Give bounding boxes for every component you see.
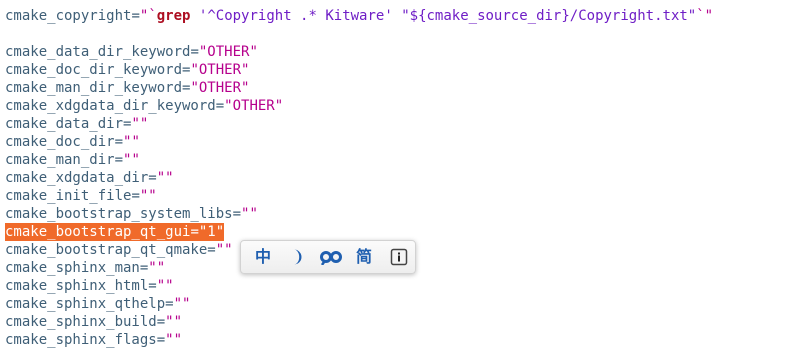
code-token: cmake_sphinx_qthelp (5, 296, 166, 312)
code-token: = (131, 188, 140, 204)
chinese-mode-button[interactable]: 中 (252, 247, 274, 267)
code-line[interactable]: cmake_doc_dir_keyword="OTHER" (5, 61, 249, 79)
code-token: "" (241, 206, 258, 222)
code-token: = (156, 314, 166, 330)
fullwidth-toggle-button[interactable] (285, 247, 307, 267)
code-token: cmake_bootstrap_qt_gui (5, 224, 191, 240)
code-token: = (114, 134, 124, 150)
code-token: = (207, 242, 216, 258)
code-token: cmake_doc_dir_keyword (5, 62, 183, 78)
simplified-chinese-icon: 简 (355, 247, 372, 266)
code-token: cmake_doc_dir (5, 134, 115, 150)
code-token: cmake_man_dir (5, 152, 115, 168)
code-token: "" (165, 314, 183, 330)
code-token: "OTHER" (198, 44, 258, 60)
code-token: = (131, 8, 140, 24)
chinese-mode-icon: 中 (254, 247, 271, 266)
code-token: "OTHER" (190, 80, 250, 96)
code-token: = (156, 332, 166, 348)
code-token: = (190, 224, 199, 240)
code-token: '^Copyright .* Kitware' (198, 8, 393, 24)
code-line[interactable]: cmake_doc_dir="" (5, 133, 140, 151)
code-token: " (704, 8, 714, 24)
punctuation-toggle-button[interactable] (318, 247, 344, 267)
code-token: ` (696, 8, 705, 24)
code-token: "" (131, 116, 149, 132)
code-token: cmake_data_dir_keyword (5, 44, 191, 60)
code-line[interactable]: cmake_bootstrap_system_libs="" (5, 205, 258, 223)
ime-info-button[interactable] (388, 247, 410, 267)
code-token: "" (173, 296, 191, 312)
code-line[interactable]: cmake_sphinx_flags="" (5, 331, 182, 349)
code-token: = (215, 98, 225, 114)
code-token: "" (156, 278, 174, 294)
code-line[interactable]: cmake_data_dir_keyword="OTHER" (5, 43, 258, 61)
code-token: = (148, 278, 157, 294)
code-line[interactable]: cmake_xdgdata_dir="" (5, 169, 174, 187)
code-line[interactable]: cmake_bootstrap_qt_qmake="" (5, 241, 233, 259)
punctuation-icon (320, 251, 342, 266)
code-token: = (190, 44, 199, 60)
code-line[interactable]: cmake_sphinx_html="" (5, 277, 174, 295)
code-line[interactable]: cmake_man_dir="" (5, 151, 140, 169)
code-token: ` (148, 8, 157, 24)
code-token: "1" (198, 224, 225, 240)
code-line[interactable]: cmake_sphinx_man="" (5, 259, 165, 277)
code-token: cmake_bootstrap_system_libs (5, 206, 233, 222)
simplified-traditional-button[interactable]: 简 (353, 247, 375, 267)
code-token: "" (123, 152, 140, 168)
code-token: cmake_init_file (5, 188, 132, 204)
code-token: cmake_data_dir (5, 116, 124, 132)
input-method-toolbar: 中 简 (240, 240, 416, 274)
code-token: cmake_sphinx_build (5, 314, 157, 330)
code-token: = (114, 152, 124, 168)
code-token: "OTHER" (224, 98, 284, 114)
code-line[interactable]: cmake_sphinx_build="" (5, 313, 182, 331)
code-editor[interactable]: cmake_copyright="`grep '^Copyright .* Ki… (0, 0, 792, 356)
code-token: grep (156, 8, 191, 24)
code-token: cmake_copyright (5, 8, 132, 24)
code-token: "" (165, 332, 183, 348)
code-token: cmake_xdgdata_dir_keyword (5, 98, 216, 114)
code-line[interactable]: cmake_xdgdata_dir_keyword="OTHER" (5, 97, 283, 115)
code-token: "" (156, 170, 174, 186)
code-token: "${cmake_source_dir}/Copyright.txt" (401, 8, 697, 24)
code-token: cmake_bootstrap_qt_qmake (5, 242, 208, 258)
code-token: cmake_man_dir_keyword (5, 80, 183, 96)
half-width-moon-icon (294, 249, 302, 265)
code-line[interactable]: cmake_data_dir="" (5, 115, 148, 133)
code-token: cmake_sphinx_man (5, 260, 140, 276)
code-line[interactable]: cmake_bootstrap_qt_gui="1" (5, 223, 225, 241)
code-token: "" (215, 242, 233, 258)
code-token: "" (123, 134, 140, 150)
code-token: "OTHER" (190, 62, 250, 78)
code-token: = (165, 296, 174, 312)
code-token: = (148, 170, 157, 186)
code-token: "" (148, 260, 166, 276)
code-token: = (232, 206, 242, 222)
code-line[interactable]: cmake_sphinx_qthelp="" (5, 295, 190, 313)
code-token: cmake_sphinx_html (5, 278, 149, 294)
info-icon (390, 248, 408, 266)
code-token: "" (139, 188, 157, 204)
code-token: cmake_xdgdata_dir (5, 170, 149, 186)
code-line[interactable]: cmake_init_file="" (5, 187, 157, 205)
code-line[interactable]: cmake_man_dir_keyword="OTHER" (5, 79, 249, 97)
code-token: cmake_sphinx_flags (5, 332, 157, 348)
code-line[interactable]: cmake_copyright="`grep '^Copyright .* Ki… (5, 7, 713, 25)
